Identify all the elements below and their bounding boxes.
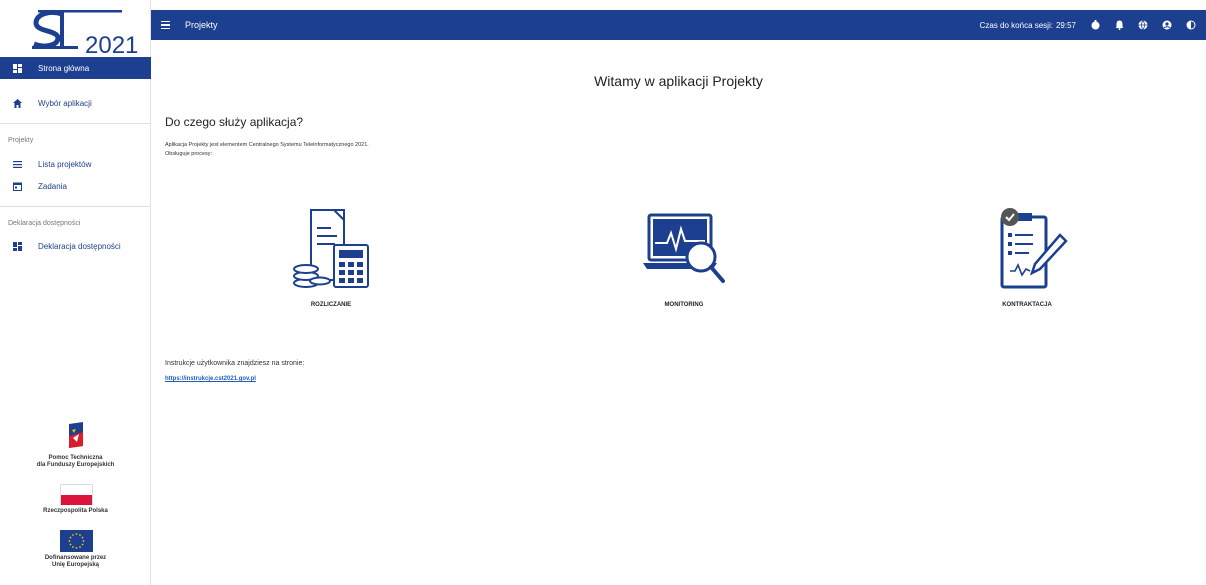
- description-line: Obsługuje procesy:: [165, 151, 213, 157]
- feature-kontraktacja[interactable]: KONTRAKTACJA: [967, 205, 1087, 308]
- top-bar-actions: Czas do końca sesji: 29:57: [980, 10, 1196, 40]
- partner-line: Pomoc Techniczna: [48, 455, 103, 461]
- sidebar-item-strona-glowna[interactable]: Strona główna: [0, 57, 151, 79]
- polish-flag-icon: [60, 484, 93, 505]
- home-icon: [12, 98, 22, 108]
- sidebar-divider: [0, 206, 151, 207]
- instructions-text: Instrukcje użytkownika znajdziesz na str…: [165, 360, 305, 367]
- feature-monitoring[interactable]: MONITORING: [624, 205, 744, 308]
- partner-line: Dofinansowane przez: [44, 555, 107, 561]
- sidebar-divider: [0, 123, 151, 124]
- contract-icon: [1000, 208, 1068, 289]
- sidebar-section-deklaracja: Deklaracja dostępności: [8, 220, 81, 227]
- partner-unia-europejska: Dofinansowane przez Unię Europejską: [0, 555, 151, 569]
- sidebar-section-projekty: Projekty: [8, 137, 34, 144]
- sidebar-item-deklaracja-dostepnosci[interactable]: Deklaracja dostępności: [0, 235, 151, 257]
- page-title: Projekty: [185, 20, 218, 30]
- user-account-icon[interactable]: [1162, 20, 1172, 30]
- list-icon: [12, 159, 22, 169]
- partner-line: dla Funduszy Europejskich: [36, 462, 115, 468]
- sidebar-item-wybor-aplikacji[interactable]: Wybór aplikacji: [0, 92, 151, 114]
- top-bar: Projekty Czas do końca sesji: 29:57: [151, 10, 1206, 40]
- accounting-icon: [293, 209, 369, 288]
- main-content: Witamy w aplikacji Projekty Do czego słu…: [151, 40, 1206, 585]
- instructions-link[interactable]: https://instrukcje.cst2021.gov.pl: [165, 376, 256, 382]
- partner-pomoc-techniczna: Pomoc Techniczna dla Funduszy Europejski…: [0, 455, 151, 469]
- language-globe-icon[interactable]: [1138, 20, 1148, 30]
- sidebar-item-label: Lista projektów: [38, 159, 92, 169]
- sidebar-item-label: Strona główna: [38, 63, 90, 73]
- sidebar-item-label: Wybór aplikacji: [38, 98, 92, 108]
- welcome-heading: Witamy w aplikacji Projekty: [594, 73, 763, 89]
- feature-label: MONITORING: [664, 302, 704, 308]
- fundusze-europejskie-logo: [67, 422, 85, 448]
- description: Aplikacja Projekty jest elementem Centra…: [165, 141, 369, 159]
- hamburger-menu-icon[interactable]: [161, 18, 175, 32]
- eu-flag-icon: [60, 530, 93, 552]
- logo-year: 2021: [85, 32, 139, 59]
- timer-icon[interactable]: [1090, 20, 1100, 30]
- dashboard-icon: [12, 63, 22, 73]
- description-line: Aplikacja Projekty jest elementem Centra…: [165, 142, 369, 148]
- session-label: Czas do końca sesji:: [979, 20, 1053, 30]
- partner-line: Rzeczpospolita Polska: [43, 508, 108, 514]
- monitoring-icon: [643, 213, 725, 283]
- sidebar-item-lista-projektow[interactable]: Lista projektów: [0, 153, 151, 175]
- partner-rzeczpospolita: Rzeczpospolita Polska: [0, 508, 151, 515]
- cst-logo[interactable]: 2021: [30, 8, 138, 59]
- sidebar: 2021 Strona główna Wybór aplikacji Proje…: [0, 0, 151, 585]
- app-root: 2021 Strona główna Wybór aplikacji Proje…: [0, 0, 1206, 585]
- feature-rozliczanie[interactable]: ROZLICZANIE: [271, 205, 391, 308]
- partner-line: Unię Europejską: [51, 562, 99, 568]
- sidebar-item-label: Deklaracja dostępności: [38, 241, 121, 251]
- calendar-icon: [12, 181, 22, 191]
- notifications-bell-icon[interactable]: [1114, 20, 1124, 30]
- session-timer: 29:57: [1055, 20, 1076, 30]
- contrast-icon[interactable]: [1186, 20, 1196, 30]
- feature-label: ROZLICZANIE: [310, 302, 352, 308]
- sidebar-item-zadania[interactable]: Zadania: [0, 175, 151, 197]
- feature-label: KONTRAKTACJA: [1002, 302, 1052, 308]
- sidebar-item-label: Zadania: [38, 181, 67, 191]
- dashboard-icon: [12, 241, 22, 251]
- section-heading: Do czego służy aplikacja?: [165, 115, 304, 129]
